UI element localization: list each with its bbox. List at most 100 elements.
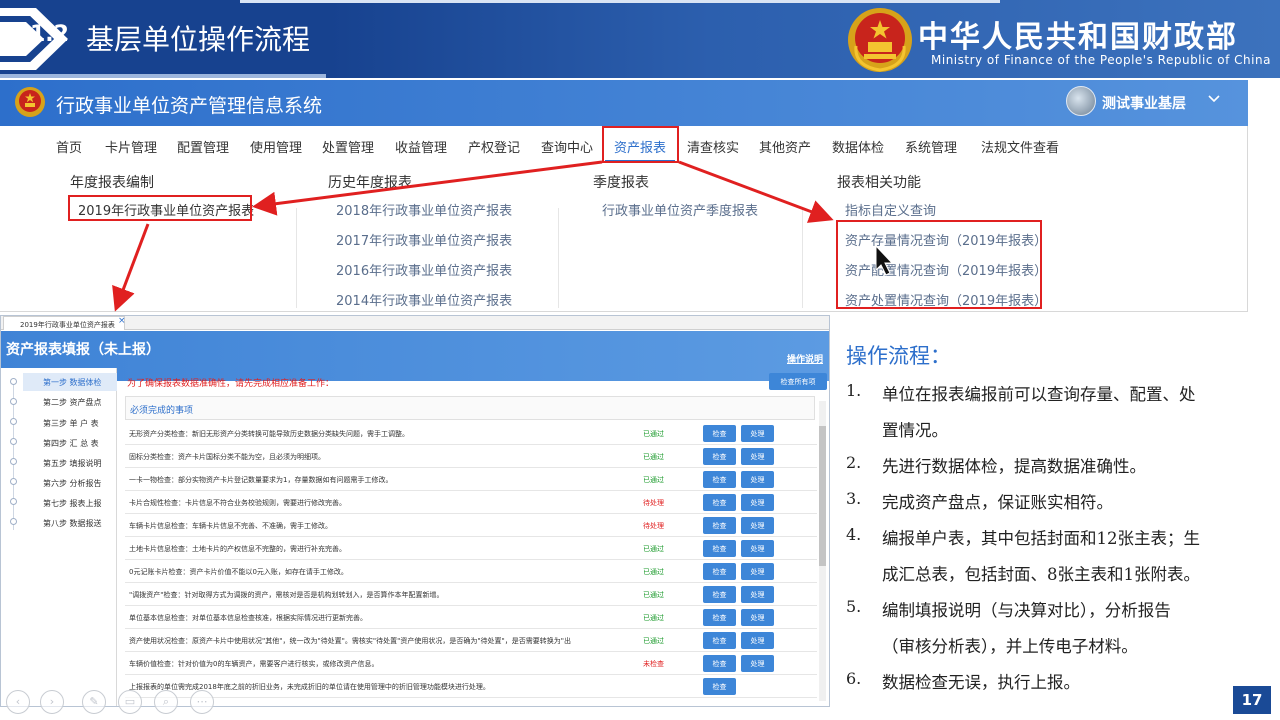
check-button[interactable]: 检查 — [703, 540, 736, 557]
required-items-header: 必须完成的事项 — [125, 396, 815, 420]
step-dot — [10, 478, 17, 485]
user-name[interactable]: 测试事业基层 — [1102, 93, 1186, 113]
history-report-2018-link[interactable]: 2018年行政事业单位资产报表 — [336, 200, 512, 219]
nav-item-configuration[interactable]: 配置管理 — [177, 137, 229, 156]
check-item-text: 单位基本信息检查：对单位基本信息检查核准，根据实际情况进行更新完善。 — [129, 614, 367, 622]
check-item-text: "调拨资产"检查：针对取得方式为调拨的资产，需核对是否是机构划转划入，是否算作本… — [129, 591, 444, 599]
check-item-text: 车辆卡片信息检查：车辆卡片信息不完善、不准确，需手工修改。 — [129, 522, 332, 530]
check-button[interactable]: 检查 — [703, 655, 736, 672]
handle-button[interactable]: 处理 — [741, 632, 774, 649]
check-item-row: 上报报表的单位需完成2018年底之前的折旧业务，未完成折旧的单位请在使用管理中的… — [125, 675, 817, 698]
step-dot — [10, 458, 17, 465]
process-step-number: 6. — [846, 669, 862, 688]
history-report-2017-link[interactable]: 2017年行政事业单位资产报表 — [336, 230, 512, 249]
handle-button[interactable]: 处理 — [741, 517, 774, 534]
zoom-icon[interactable]: ⌕ — [154, 690, 178, 714]
nav-item-usage[interactable]: 使用管理 — [250, 137, 302, 156]
step-dot — [10, 398, 17, 405]
step-single-table[interactable]: 第三步 单 户 表 — [43, 418, 99, 429]
handle-button[interactable]: 处理 — [741, 494, 774, 511]
process-step-text: 单位在报表编报前可以查询存量、配置、处 — [882, 385, 1196, 404]
history-report-2016-link[interactable]: 2016年行政事业单位资产报表 — [336, 260, 512, 279]
handle-button[interactable]: 处理 — [741, 540, 774, 557]
handle-button[interactable]: 处理 — [741, 425, 774, 442]
check-button[interactable]: 检查 — [703, 448, 736, 465]
handle-button[interactable]: 处理 — [741, 586, 774, 603]
check-item-status: 已通过 — [643, 614, 664, 622]
check-button[interactable]: 检查 — [703, 586, 736, 603]
previous-slide-icon[interactable]: ‹ — [6, 690, 30, 714]
handle-button[interactable]: 处理 — [741, 448, 774, 465]
check-item-status: 已通过 — [643, 637, 664, 645]
process-step-number: 5. — [846, 597, 862, 616]
check-button[interactable]: 检查 — [703, 678, 736, 695]
report-functions-heading: 报表相关功能 — [837, 175, 921, 191]
highlight-query-links — [836, 220, 1042, 309]
check-button[interactable]: 检查 — [703, 494, 736, 511]
nav-item-property-registration[interactable]: 产权登记 — [468, 137, 520, 156]
chevron-down-icon[interactable] — [1206, 90, 1222, 106]
more-icon[interactable]: ⋯ — [190, 690, 214, 714]
quarterly-reports-heading: 季度报表 — [593, 175, 649, 191]
history-report-2014-link[interactable]: 2014年行政事业单位资产报表 — [336, 290, 512, 309]
quarterly-report-link[interactable]: 行政事业单位资产季度报表 — [602, 200, 758, 219]
report-tab-strip: 2019年行政事业单位资产报表 × — [1, 316, 829, 330]
pages-icon[interactable]: ▭ — [118, 690, 142, 714]
step-summary-table[interactable]: 第四步 汇 总 表 — [43, 438, 99, 449]
handle-button[interactable]: 处理 — [741, 471, 774, 488]
process-step-number: 4. — [846, 525, 862, 544]
check-button[interactable]: 检查 — [703, 609, 736, 626]
check-item-status: 已通过 — [643, 453, 664, 461]
process-step-text: 置情况。 — [882, 421, 948, 440]
handle-button[interactable]: 处理 — [741, 609, 774, 626]
column-divider — [296, 208, 297, 308]
nav-item-other-assets[interactable]: 其他资产 — [759, 137, 811, 156]
check-item-status: 已通过 — [643, 591, 664, 599]
check-item-row: 无形资产分类检查：新旧无形资产分类转换可能导致历史数据分类缺失问题，需手工调整。… — [125, 422, 817, 445]
step-analysis-report[interactable]: 第六步 分析报告 — [43, 478, 102, 489]
process-step-number: 3. — [846, 489, 862, 508]
process-step-text: 编报单户表，其中包括封面和12张主表；生 — [882, 529, 1200, 548]
check-all-button[interactable]: 检查所有项 — [769, 373, 827, 390]
nav-item-home[interactable]: 首页 — [56, 137, 82, 156]
close-icon[interactable]: × — [118, 316, 126, 326]
nav-item-card-management[interactable]: 卡片管理 — [105, 137, 157, 156]
handle-button[interactable]: 处理 — [741, 655, 774, 672]
check-button[interactable]: 检查 — [703, 563, 736, 580]
nav-item-regulations[interactable]: 法规文件查看 — [981, 137, 1059, 156]
nav-item-system-management[interactable]: 系统管理 — [905, 137, 957, 156]
pen-icon[interactable]: ✎ — [82, 690, 106, 714]
check-button[interactable]: 检查 — [703, 517, 736, 534]
handle-button[interactable]: 处理 — [741, 563, 774, 580]
step-data-check[interactable]: 第一步 数据体检 — [43, 377, 102, 388]
page-number: 17 — [1233, 686, 1271, 714]
report-tab[interactable]: 2019年行政事业单位资产报表 × — [3, 316, 126, 330]
operation-help-link[interactable]: 操作说明 — [787, 352, 823, 365]
check-item-row: 固标分类检查：资产卡片国标分类不能为空，且必须为明细项。 已通过 检查 处理 — [125, 445, 817, 468]
next-slide-icon[interactable]: › — [40, 690, 64, 714]
nav-item-inventory-check[interactable]: 清查核实 — [687, 137, 739, 156]
system-title: 行政事业单位资产管理信息系统 — [56, 95, 323, 117]
check-item-status: 待处理 — [643, 499, 664, 507]
check-button[interactable]: 检查 — [703, 632, 736, 649]
step-asset-inventory[interactable]: 第二步 资产盘点 — [43, 397, 102, 408]
custom-indicator-query-link[interactable]: 指标自定义查询 — [845, 200, 936, 219]
header-underline — [0, 74, 326, 78]
nav-item-query-center[interactable]: 查询中心 — [541, 137, 593, 156]
process-step-text: 先进行数据体检，提高数据准确性。 — [882, 457, 1146, 476]
user-avatar[interactable] — [1066, 86, 1096, 116]
process-step-number: 2. — [846, 453, 862, 472]
check-item-text: 土地卡片信息检查：土地卡片的产权信息不完整的，需进行补充完善。 — [129, 545, 346, 553]
nav-item-income[interactable]: 收益管理 — [395, 137, 447, 156]
check-button[interactable]: 检查 — [703, 471, 736, 488]
check-item-status: 已通过 — [643, 568, 664, 576]
step-data-delivery[interactable]: 第八步 数据报送 — [43, 518, 102, 529]
check-button[interactable]: 检查 — [703, 425, 736, 442]
report-window: 2019年行政事业单位资产报表 × 资产报表填报（未上报） 操作说明 第一步 数… — [0, 315, 830, 707]
nav-item-disposal[interactable]: 处置管理 — [322, 137, 374, 156]
nav-item-data-check[interactable]: 数据体检 — [832, 137, 884, 156]
step-dot — [10, 378, 17, 385]
scrollbar-thumb[interactable] — [819, 426, 826, 566]
step-filing-notes[interactable]: 第五步 填报说明 — [43, 458, 102, 469]
step-report-submit[interactable]: 第七步 报表上报 — [43, 498, 102, 509]
